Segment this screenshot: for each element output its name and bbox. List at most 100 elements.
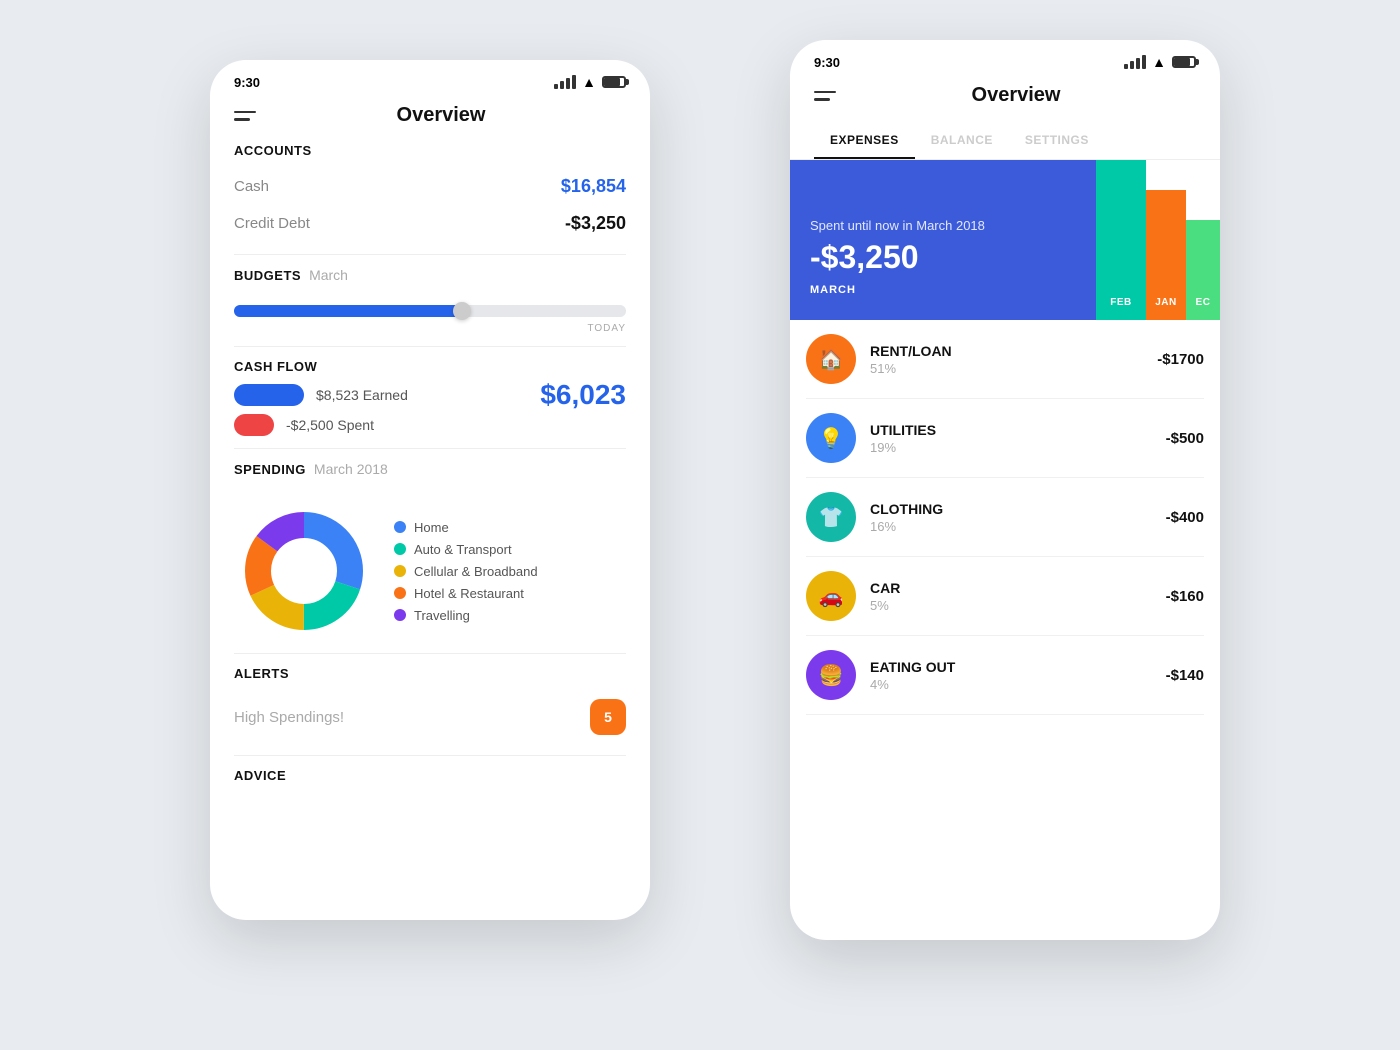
alerts-row: High Spendings! 5 (234, 691, 626, 743)
today-label: TODAY (234, 323, 626, 334)
status-icons-1: ▲ (554, 74, 626, 90)
spent-row: -$2,500 Spent (234, 414, 408, 436)
battery-icon (602, 76, 626, 88)
donut-chart (234, 501, 374, 641)
nav-title-1: Overview (256, 104, 626, 127)
month-dec[interactable]: EC (1186, 220, 1220, 320)
legend-dot-travel (394, 609, 406, 621)
expense-car[interactable]: 🚗 CAR 5% -$160 (806, 557, 1204, 636)
tab-balance[interactable]: BALANCE (915, 123, 1009, 159)
hamburger-menu[interactable] (234, 111, 256, 121)
legend-dot-hotel (394, 587, 406, 599)
car-info: CAR 5% (870, 580, 1152, 613)
alerts-label: ALERTS (234, 666, 626, 681)
rent-name: RENT/LOAN (870, 343, 1143, 359)
utilities-name: UTILITIES (870, 422, 1152, 438)
cash-value: $16,854 (561, 176, 626, 197)
legend-label-travel: Travelling (414, 608, 470, 623)
budgets-month: March (309, 267, 348, 283)
utilities-amount: -$500 (1166, 430, 1204, 447)
menu-line-1 (234, 111, 256, 114)
tab-expenses[interactable]: EXPENSES (814, 123, 915, 159)
battery-icon-2 (1172, 56, 1196, 68)
legend-dot-auto (394, 543, 406, 555)
time-2: 9:30 (814, 55, 840, 70)
clothing-amount: -$400 (1166, 509, 1204, 526)
month-jan[interactable]: JAN (1146, 190, 1186, 320)
legend-label-home: Home (414, 520, 449, 535)
utilities-info: UTILITIES 19% (870, 422, 1152, 455)
wifi-icon-2: ▲ (1152, 54, 1166, 70)
phone1-content: ACCOUNTS Cash $16,854 Credit Debt -$3,25… (210, 143, 650, 793)
eating-info: EATING OUT 4% (870, 659, 1152, 692)
clothing-name: CLOTHING (870, 501, 1152, 517)
phone2-card: 9:30 ▲ Overview EXPENSES BALANCE SETTING… (790, 40, 1220, 940)
rent-amount: -$1700 (1157, 351, 1204, 368)
expense-utilities[interactable]: 💡 UTILITIES 19% -$500 (806, 399, 1204, 478)
accounts-label: ACCOUNTS (234, 143, 626, 158)
eating-amount: -$140 (1166, 667, 1204, 684)
eating-icon: 🍔 (806, 650, 856, 700)
phone1-card: 9:30 ▲ Overview ACCOUNTS Cash $16,854 Cr… (210, 60, 650, 920)
cashflow-section: CASH FLOW $8,523 Earned -$2,500 Spent $6… (234, 359, 626, 436)
alerts-text: High Spendings! (234, 709, 344, 726)
expense-rent[interactable]: 🏠 RENT/LOAN 51% -$1700 (806, 320, 1204, 399)
legend-label-hotel: Hotel & Restaurant (414, 586, 524, 601)
legend-home: Home (394, 520, 538, 535)
hero-amount: -$3,250 (810, 239, 1076, 276)
spent-label: -$2,500 Spent (286, 417, 374, 433)
status-bar-1: 9:30 ▲ (210, 60, 650, 96)
clothing-icon: 👕 (806, 492, 856, 542)
car-icon: 🚗 (806, 571, 856, 621)
spent-bar (234, 414, 274, 436)
spending-month: March 2018 (314, 461, 388, 477)
budget-bar-fill (234, 305, 461, 317)
tab-settings[interactable]: SETTINGS (1009, 123, 1105, 159)
legend-dot-cellular (394, 565, 406, 577)
legend-label-auto: Auto & Transport (414, 542, 512, 557)
nav-bar-1: Overview (210, 96, 650, 143)
spending-header: SPENDING March 2018 (234, 461, 626, 487)
nav-title-2: Overview (836, 84, 1196, 107)
cash-label: Cash (234, 178, 269, 195)
tabs-bar: EXPENSES BALANCE SETTINGS (790, 123, 1220, 160)
alerts-badge: 5 (590, 699, 626, 735)
signal-icon (554, 75, 576, 89)
status-bar-2: 9:30 ▲ (790, 40, 1220, 76)
divider-3 (234, 448, 626, 449)
status-icons-2: ▲ (1124, 54, 1196, 70)
menu-line-2-2 (814, 98, 830, 101)
hero-card-main: Spent until now in March 2018 -$3,250 MA… (790, 160, 1096, 320)
credit-value: -$3,250 (565, 213, 626, 234)
menu-line-1-2 (814, 91, 836, 94)
spending-body: Home Auto & Transport Cellular & Broadba… (234, 501, 626, 641)
hamburger-menu-2[interactable] (814, 91, 836, 101)
alerts-section: ALERTS High Spendings! 5 (234, 666, 626, 743)
eating-pct: 4% (870, 677, 1152, 692)
utilities-pct: 19% (870, 440, 1152, 455)
utilities-icon: 💡 (806, 413, 856, 463)
hero-subtitle: Spent until now in March 2018 (810, 218, 1076, 233)
expense-clothing[interactable]: 👕 CLOTHING 16% -$400 (806, 478, 1204, 557)
budgets-label: BUDGETS (234, 268, 301, 283)
clothing-pct: 16% (870, 519, 1152, 534)
cashflow-rows: $8,523 Earned -$2,500 Spent (234, 384, 408, 436)
expense-eating[interactable]: 🍔 EATING OUT 4% -$140 (806, 636, 1204, 715)
hero-area: Spent until now in March 2018 -$3,250 MA… (790, 160, 1220, 320)
legend-auto: Auto & Transport (394, 542, 538, 557)
rent-pct: 51% (870, 361, 1143, 376)
legend: Home Auto & Transport Cellular & Broadba… (394, 520, 538, 623)
budget-bar[interactable] (234, 305, 626, 317)
signal-icon-2 (1124, 55, 1146, 69)
eating-name: EATING OUT (870, 659, 1152, 675)
rent-info: RENT/LOAN 51% (870, 343, 1143, 376)
budgets-header: BUDGETS March (234, 267, 626, 293)
cashflow-total: $6,023 (540, 379, 626, 411)
month-feb[interactable]: FEB (1096, 160, 1146, 320)
divider-1 (234, 254, 626, 255)
wifi-icon: ▲ (582, 74, 596, 90)
rent-icon: 🏠 (806, 334, 856, 384)
legend-cellular: Cellular & Broadband (394, 564, 538, 579)
menu-line-2 (234, 118, 250, 121)
divider-2 (234, 346, 626, 347)
